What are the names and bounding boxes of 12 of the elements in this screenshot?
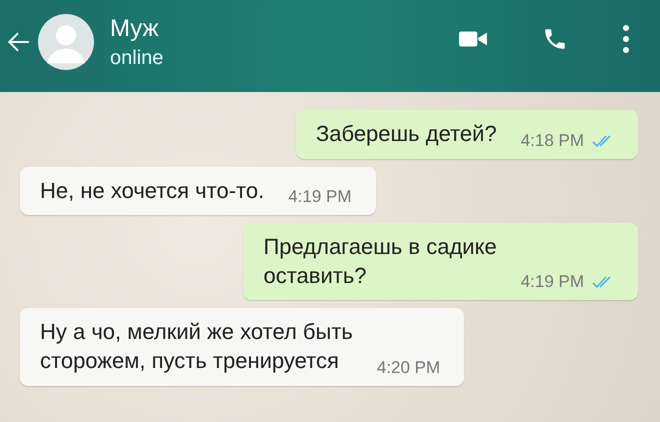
message-text: Заберешь детей? — [316, 120, 497, 148]
avatar-icon[interactable] — [38, 14, 94, 70]
message-time: 4:20 PM — [376, 358, 440, 378]
message-text: Ну а чо, мелкий же хотел быть сторожем, пусть тренируется — [40, 318, 353, 375]
contact-status: online — [110, 46, 164, 70]
menu-icon[interactable] — [622, 24, 630, 54]
message-text: Не, не хочется что-то. — [40, 176, 264, 205]
message-time: 4:19 PM — [288, 187, 352, 208]
contact-name: Муж — [110, 14, 160, 42]
message-time: 4:18 PM — [520, 130, 584, 151]
message-text: Предлагаешь в садике оставить? — [263, 233, 497, 290]
message-time: 4:19 PM — [520, 272, 584, 292]
